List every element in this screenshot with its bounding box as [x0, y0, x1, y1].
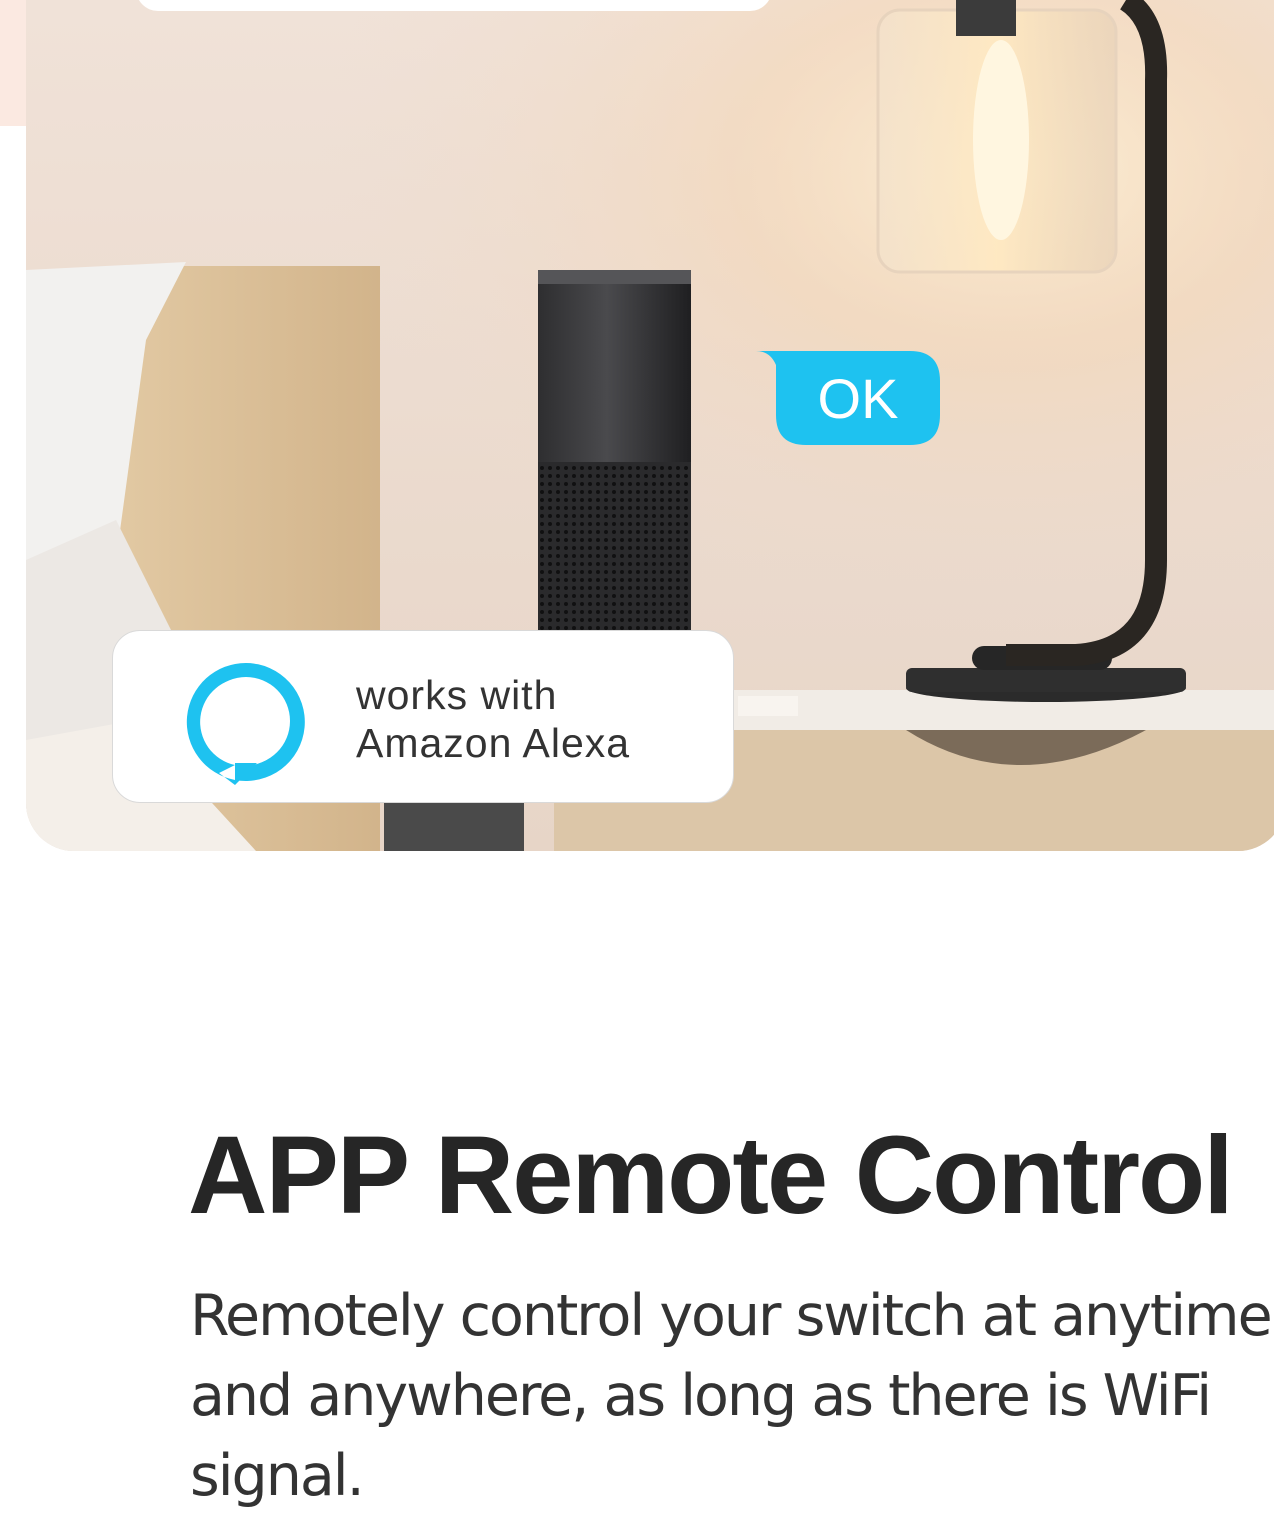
- alexa-ring-icon: [186, 662, 305, 785]
- works-with-alexa-badge: works with Amazon Alexa: [112, 630, 734, 803]
- alexa-badge-line1: works with: [356, 672, 558, 718]
- alexa-badge-line2: Amazon Alexa: [356, 720, 631, 766]
- hero-image: OK works with Amazon Alexa: [26, 0, 1274, 851]
- ok-bubble-text: OK: [817, 366, 899, 430]
- ok-speech-bubble: OK: [756, 351, 940, 445]
- alexa-badge-text: works with Amazon Alexa: [356, 671, 630, 767]
- section-title: APP Remote Control: [188, 1114, 1234, 1237]
- section-description: Remotely control your switch at anytime …: [190, 1283, 1273, 1509]
- top-card: [136, 0, 772, 11]
